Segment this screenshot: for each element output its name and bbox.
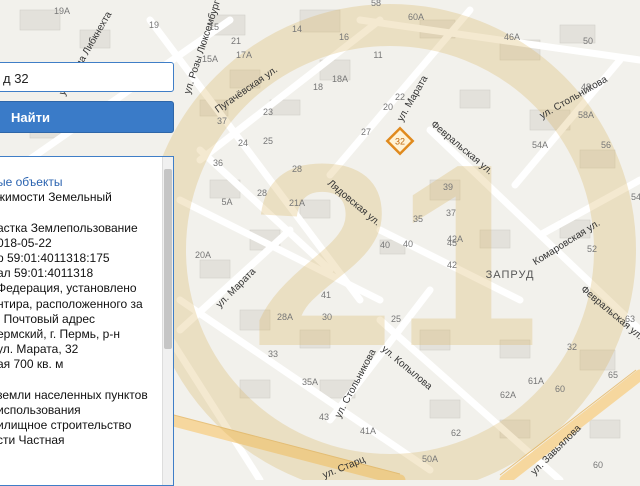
house-number: 62А [500, 390, 516, 400]
house-number: 5А [221, 197, 232, 207]
house-number: 54 [631, 192, 640, 202]
house-number: 30 [322, 312, 332, 322]
building [429, 399, 461, 419]
house-number: 50 [583, 36, 593, 46]
house-number: 60 [593, 460, 603, 470]
info-line: ал 59:01:4011318 [0, 266, 94, 281]
house-number: 56 [601, 140, 611, 150]
house-number: 25 [263, 136, 273, 146]
house-number: 54А [532, 140, 548, 150]
info-line: земли населенных пунктов [0, 387, 148, 402]
info-line: астка Землепользование [0, 220, 138, 235]
info-header[interactable]: ые объекты [0, 175, 161, 190]
house-number: 58А [578, 110, 594, 120]
house-number: 37 [446, 208, 456, 218]
house-number: 37 [217, 116, 227, 126]
house-number: 21А [289, 198, 305, 208]
info-content: ые объекты жимости Земельный астка Землеп… [0, 157, 161, 448]
info-line: Федерация, установлено [0, 281, 137, 296]
house-number: 50А [422, 454, 438, 464]
info-scrollbar[interactable] [162, 157, 173, 485]
house-number: 24 [238, 138, 248, 148]
house-number: 41 [321, 290, 331, 300]
info-panel: ые объекты жимости Земельный астка Землеп… [0, 156, 174, 486]
house-number: 60А [408, 12, 424, 22]
house-number: 40 [403, 239, 413, 249]
house-number: 65 [608, 370, 618, 380]
info-line [0, 372, 161, 387]
search-input[interactable] [1, 64, 165, 92]
house-number: 23 [263, 107, 273, 117]
info-line: нтира, расположенного за [0, 296, 143, 311]
house-number: 28 [257, 188, 267, 198]
house-number: 20 [383, 102, 393, 112]
house-number: 22 [395, 92, 405, 102]
building [199, 259, 231, 279]
house-number: 15 [209, 22, 219, 32]
house-number: 21 [231, 36, 241, 46]
house-number: 19А [54, 6, 70, 16]
house-number: 28 [292, 164, 302, 174]
house-number: 39 [443, 182, 453, 192]
info-scrollbar-thumb[interactable] [164, 169, 172, 349]
house-number: 42 [447, 260, 457, 270]
info-line: ая 700 кв. м [0, 357, 64, 372]
house-number: 16 [339, 32, 349, 42]
house-number: 35А [302, 377, 318, 387]
house-number: 20А [195, 250, 211, 260]
house-number: 33 [268, 349, 278, 359]
house-number: 35 [413, 214, 423, 224]
find-button[interactable]: Найти [0, 101, 174, 133]
house-number: 14 [292, 24, 302, 34]
house-number: 52 [587, 244, 597, 254]
info-line: использования [0, 402, 81, 417]
house-number: 27 [361, 127, 371, 137]
building [459, 89, 491, 109]
house-number: 58 [371, 0, 381, 8]
building [589, 419, 621, 439]
house-number: 18 [313, 82, 323, 92]
house-number: 17А [236, 50, 252, 60]
house-number: 25 [391, 314, 401, 324]
house-number: 43 [319, 412, 329, 422]
house-number: 32 [567, 342, 577, 352]
search-box[interactable] [0, 62, 174, 92]
house-number: 46А [504, 32, 520, 42]
house-number: 60 [555, 384, 565, 394]
info-line: ул. Марата, 32 [0, 342, 79, 357]
house-number: 19 [149, 20, 159, 30]
district-label: ЗАПРУД [486, 269, 535, 281]
house-number: 41А [360, 426, 376, 436]
house-number: 42А [447, 234, 463, 244]
house-number: 15А [202, 54, 218, 64]
house-number: 36 [213, 158, 223, 168]
info-line: сти Частная [0, 433, 65, 448]
info-line: р 59:01:4011318:175 [0, 250, 110, 265]
info-line: . Почтовый адрес [0, 311, 96, 326]
house-number: 40 [380, 240, 390, 250]
info-line: илищное строительство [0, 418, 132, 432]
house-number: 62 [451, 428, 461, 438]
info-line: жимости Земельный [0, 190, 112, 205]
house-number: 48 [581, 82, 591, 92]
house-number: 18А [332, 74, 348, 84]
house-number: 11 [373, 50, 382, 60]
info-line [0, 205, 161, 220]
house-number: 28А [277, 312, 293, 322]
parcel-marker-label: 32 [395, 137, 405, 147]
house-number: 63 [625, 314, 635, 324]
house-number: 61А [528, 376, 544, 386]
info-line: 018-05-22 [0, 235, 52, 250]
info-line: ермский, г. Пермь, р-н [0, 326, 120, 341]
